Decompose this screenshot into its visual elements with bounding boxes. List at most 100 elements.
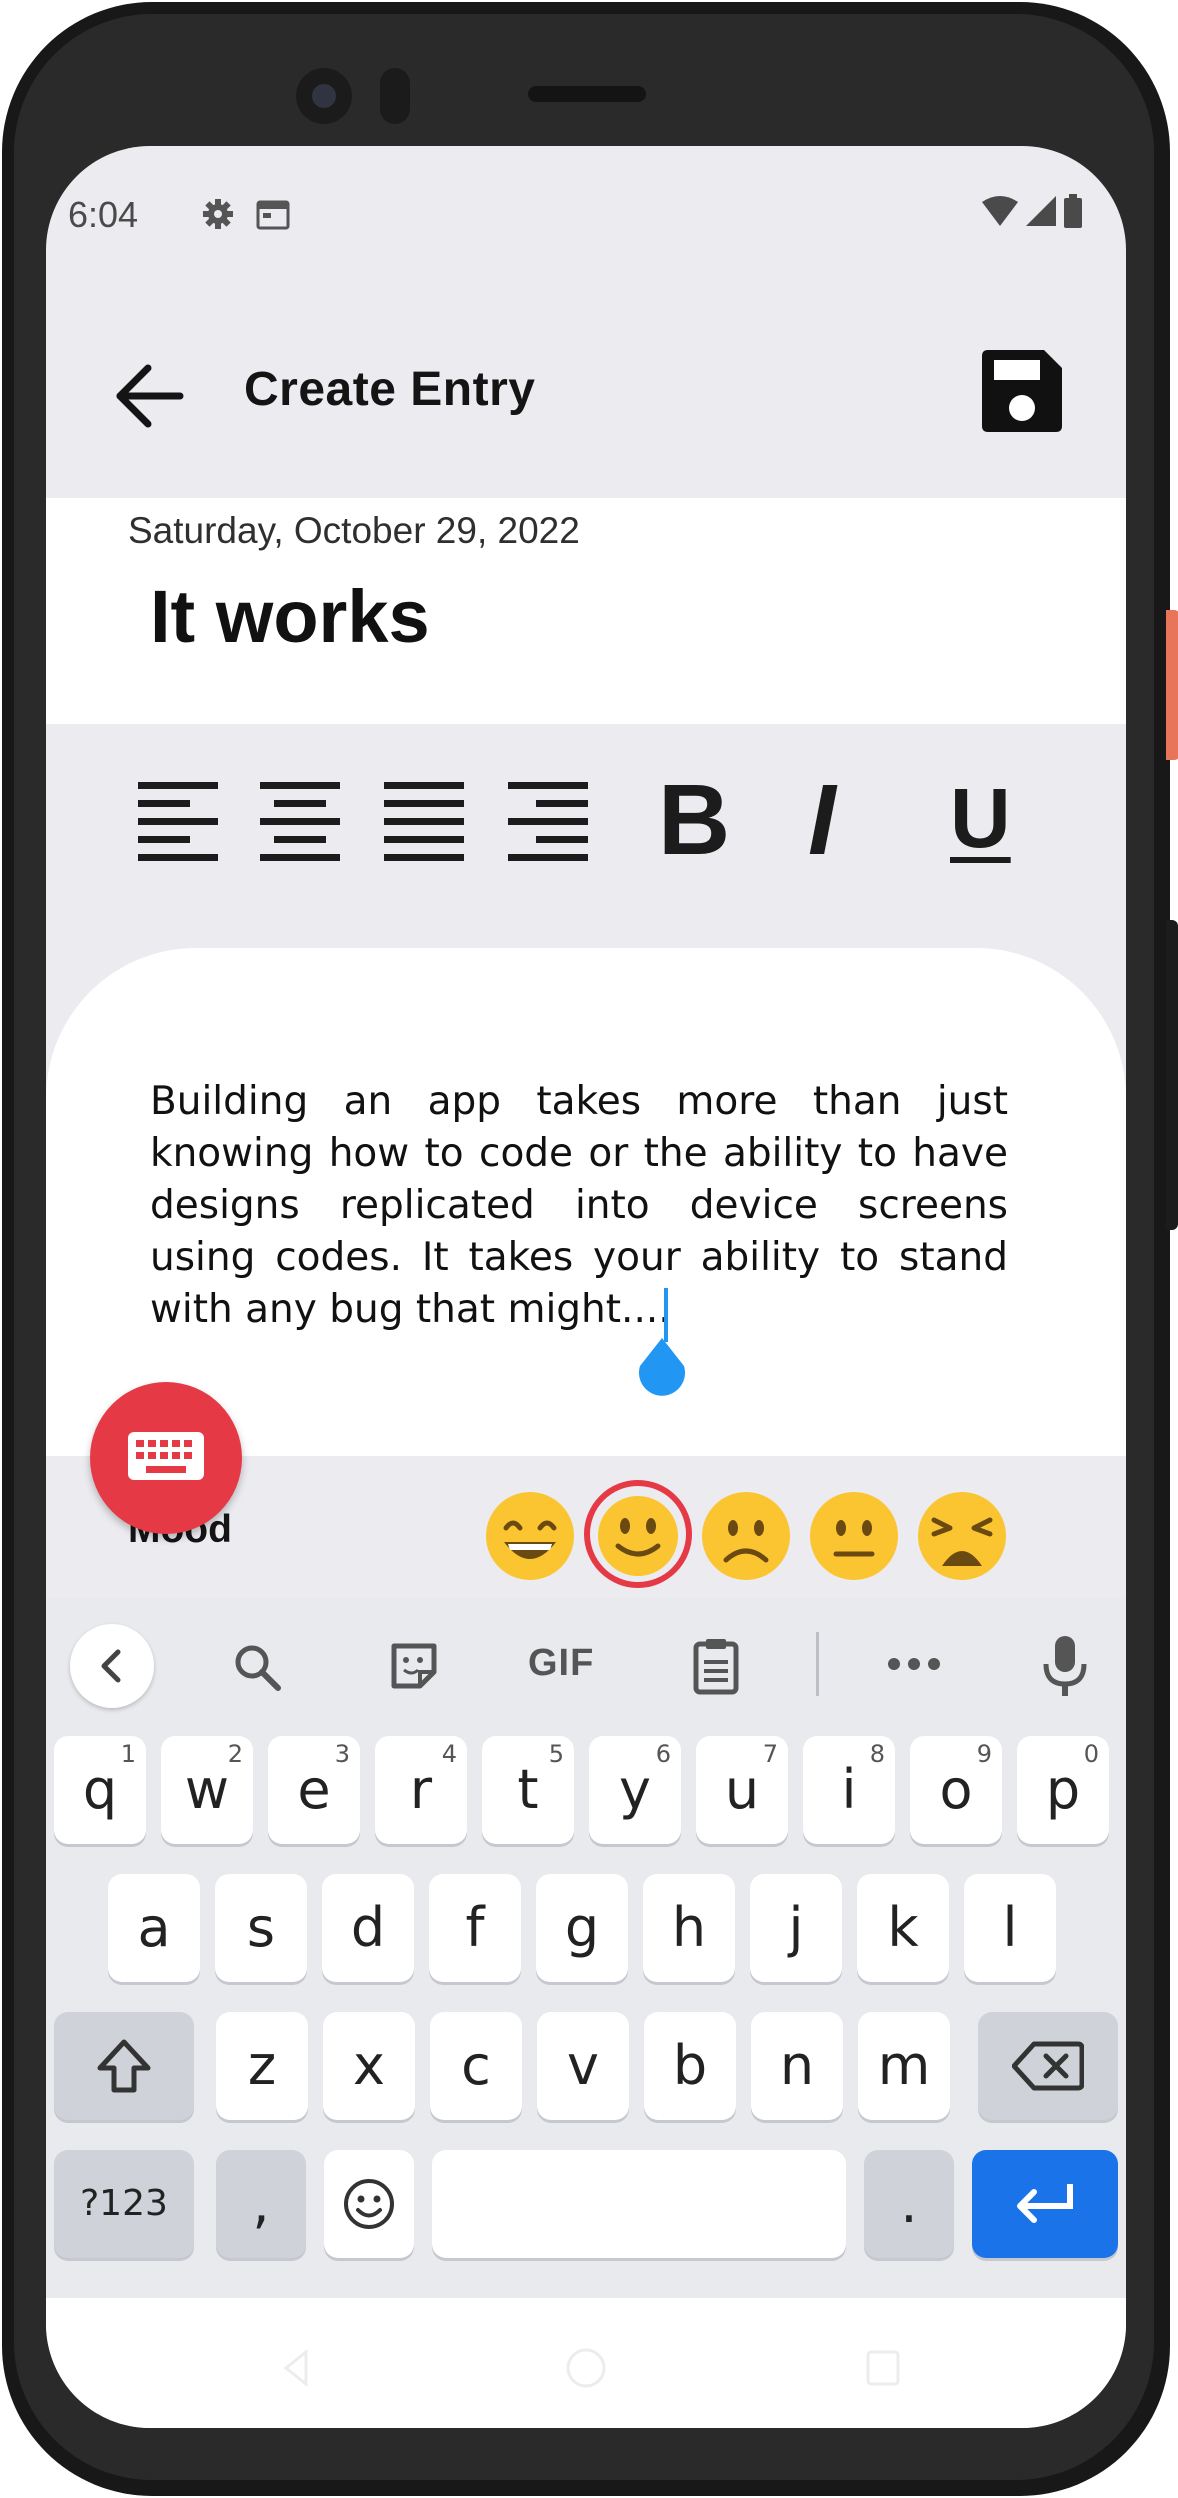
keyboard-toggle-button[interactable]	[90, 1382, 242, 1534]
key-d[interactable]: d	[322, 1874, 414, 1982]
align-center-button[interactable]	[260, 782, 340, 866]
period-key[interactable]: .	[864, 2150, 954, 2258]
more-icon[interactable]	[886, 1654, 942, 1674]
search-icon[interactable]	[232, 1642, 284, 1694]
frowning-face-icon	[702, 1492, 790, 1580]
space-key[interactable]	[432, 2150, 846, 2258]
align-left-button[interactable]	[138, 782, 218, 866]
signal-icon	[1026, 196, 1056, 226]
status-time: 6:04	[68, 194, 139, 235]
align-center-icon	[260, 782, 340, 861]
key-v[interactable]: v	[537, 2012, 629, 2120]
key-a[interactable]: a	[108, 1874, 200, 1982]
page-title: Create Entry	[244, 363, 536, 416]
nav-recents-icon	[866, 2350, 900, 2386]
power-button	[1166, 610, 1178, 760]
nav-icons	[283, 2348, 900, 2388]
keyboard-toolbar: GIF	[46, 1598, 1126, 1728]
cursor-handle[interactable]	[632, 1338, 692, 1398]
key-hint: 4	[441, 1740, 457, 1768]
key-j[interactable]: j	[750, 1874, 842, 1982]
key-g[interactable]: g	[536, 1874, 628, 1982]
align-left-icon	[138, 782, 218, 861]
key-k[interactable]: k	[857, 1874, 949, 1982]
soft-keyboard: GIF q1w2e3r4t5y6u7i8o9p0 asdfghjkl z x c…	[46, 1598, 1126, 2298]
keyboard-icon	[128, 1432, 204, 1480]
status-bar: 6:04	[46, 146, 1126, 276]
key-m[interactable]: m	[858, 2012, 950, 2120]
key-p[interactable]: p0	[1017, 1736, 1109, 1844]
underline-button[interactable]: U	[950, 776, 1011, 860]
clipboard-icon[interactable]	[690, 1636, 742, 1696]
gif-button[interactable]: GIF	[528, 1642, 594, 1685]
italic-button[interactable]: I	[808, 770, 836, 870]
key-x[interactable]: x	[323, 2012, 415, 2120]
wifi-icon	[982, 196, 1018, 226]
mood-frowning-button[interactable]	[700, 1490, 792, 1582]
text-cursor	[664, 1288, 668, 1342]
comma-key[interactable]: ,	[216, 2150, 306, 2258]
earpiece-speaker	[528, 86, 646, 102]
mood-neutral-button[interactable]	[808, 1490, 900, 1582]
enter-icon	[1017, 2184, 1073, 2223]
align-justify-icon	[384, 782, 464, 861]
symbols-key[interactable]: ?123	[54, 2150, 194, 2258]
key-i[interactable]: i8	[803, 1736, 895, 1844]
key-hint: 6	[655, 1740, 671, 1768]
arrow-left-icon	[116, 364, 184, 428]
mood-slightly-smiling-button[interactable]	[592, 1490, 684, 1582]
toolbar-divider	[816, 1632, 819, 1696]
key-u[interactable]: u7	[696, 1736, 788, 1844]
entry-title-input[interactable]: It works	[150, 574, 430, 659]
key-s[interactable]: s	[215, 1874, 307, 1982]
key-t[interactable]: t5	[482, 1736, 574, 1844]
key-q[interactable]: q1	[54, 1736, 146, 1844]
key-o[interactable]: o9	[910, 1736, 1002, 1844]
key-h[interactable]: h	[643, 1874, 735, 1982]
bold-button[interactable]: B	[658, 770, 730, 870]
proximity-sensor	[380, 68, 410, 124]
key-w[interactable]: w2	[161, 1736, 253, 1844]
screen: 6:04 Create Entry Saturday, October 29, …	[46, 146, 1126, 2428]
enter-key[interactable]	[972, 2150, 1118, 2258]
battery-icon	[1064, 198, 1082, 228]
align-right-button[interactable]	[508, 782, 588, 866]
floppy-disk-icon	[982, 350, 1062, 432]
entry-body-input[interactable]: Building an app takes more than just kno…	[150, 1076, 1008, 1336]
key-z[interactable]: z	[216, 2012, 308, 2120]
format-toolbar: B I U	[46, 724, 1126, 894]
mood-grinning-button[interactable]	[484, 1490, 576, 1582]
sticker-icon[interactable]	[386, 1638, 442, 1694]
shift-key[interactable]	[54, 2012, 194, 2120]
backspace-icon	[1012, 2041, 1084, 2091]
back-button[interactable]	[108, 356, 188, 436]
key-c[interactable]: c	[430, 2012, 522, 2120]
keyboard-collapse-button[interactable]	[70, 1624, 154, 1708]
key-hint: 8	[869, 1740, 885, 1768]
key-b[interactable]: b	[644, 2012, 736, 2120]
calendar-icon	[256, 200, 290, 230]
key-n[interactable]: n	[751, 2012, 843, 2120]
key-e[interactable]: e3	[268, 1736, 360, 1844]
mood-weary-button[interactable]	[916, 1490, 1008, 1582]
smiley-icon	[344, 2179, 394, 2229]
key-hint: 1	[120, 1740, 136, 1768]
key-f[interactable]: f	[429, 1874, 521, 1982]
backspace-key[interactable]	[978, 2012, 1118, 2120]
key-y[interactable]: y6	[589, 1736, 681, 1844]
emoji-key[interactable]	[324, 2150, 414, 2258]
align-justify-button[interactable]	[384, 782, 464, 866]
key-hint: 5	[548, 1740, 564, 1768]
mic-icon[interactable]	[1040, 1634, 1090, 1700]
key-l[interactable]: l	[964, 1874, 1056, 1982]
key-hint: 2	[227, 1740, 243, 1768]
key-hint: 7	[762, 1740, 778, 1768]
key-hint: 9	[976, 1740, 992, 1768]
align-right-icon	[508, 782, 588, 861]
key-r[interactable]: r4	[375, 1736, 467, 1844]
camera-lens	[312, 84, 336, 108]
grinning-face-icon	[486, 1492, 574, 1580]
status-left-icons	[203, 199, 290, 230]
key-hint: 3	[334, 1740, 350, 1768]
save-button[interactable]	[976, 346, 1066, 436]
